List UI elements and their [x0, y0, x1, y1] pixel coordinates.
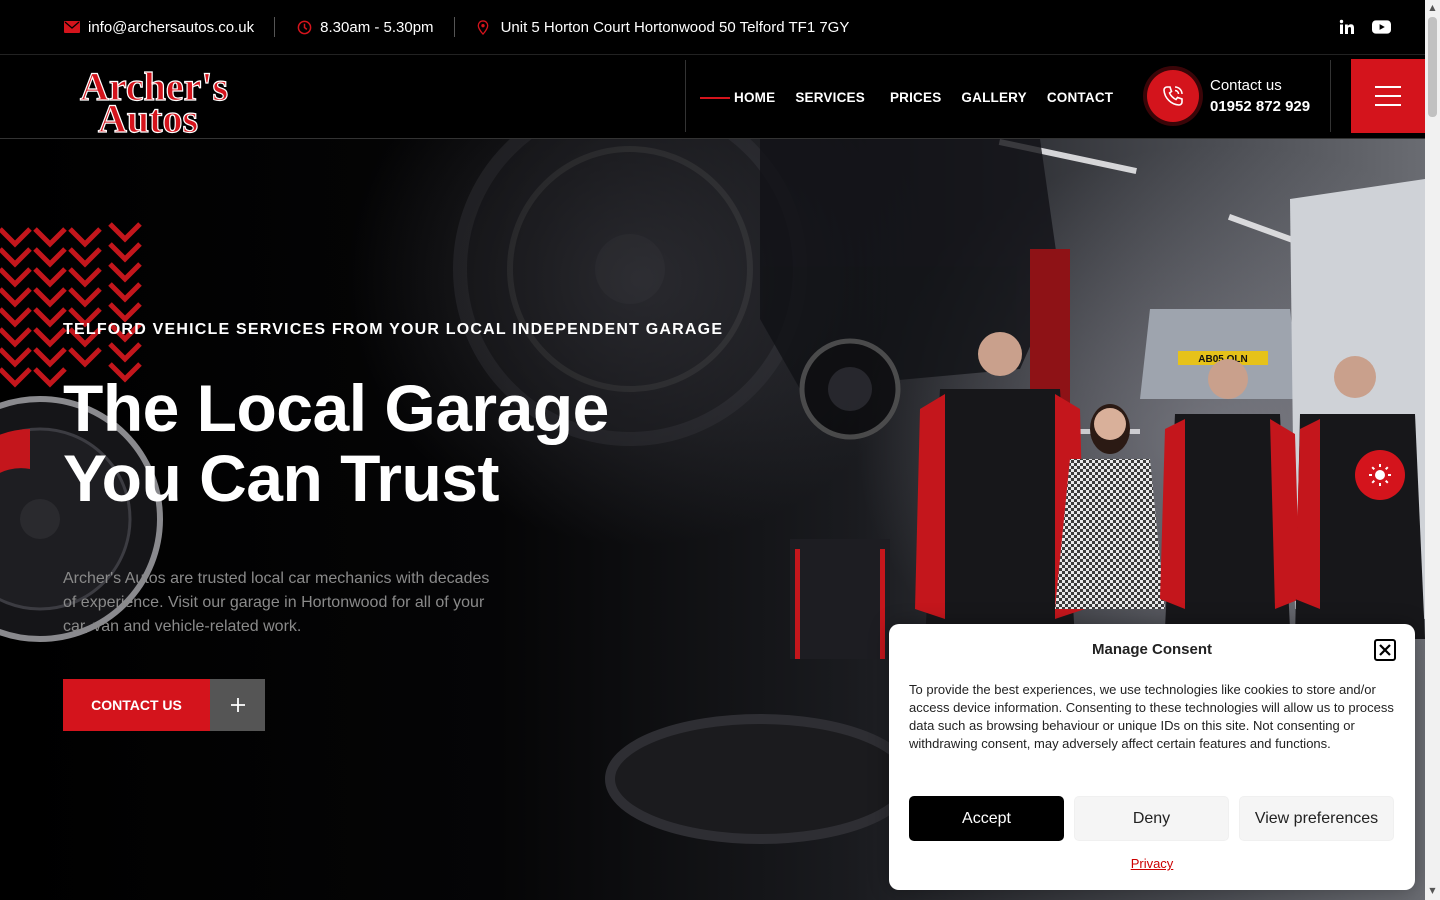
clock-icon [297, 20, 312, 34]
youtube-icon[interactable] [1371, 17, 1391, 37]
scroll-down-arrow-icon[interactable]: ▼ [1428, 886, 1437, 895]
hero-description: Archer's Autos are trusted local car mec… [63, 570, 490, 635]
contact-text: Contact us 01952 872 929 [1210, 75, 1310, 117]
linkedin-icon[interactable] [1337, 17, 1357, 37]
theme-toggle-button[interactable] [1355, 450, 1405, 500]
deny-button[interactable]: Deny [1074, 796, 1229, 841]
address-item: Unit 5 Horton Court Hortonwood 50 Telfor… [477, 0, 850, 55]
divider [1330, 60, 1331, 132]
hours-text: 8.30am - 5.30pm [320, 18, 434, 36]
nav-contact[interactable]: CONTACT [1047, 90, 1113, 105]
privacy-link[interactable]: Privacy [1131, 856, 1174, 871]
cookie-consent-dialog: Manage Consent To provide the best exper… [889, 624, 1415, 890]
tyre-image [605, 714, 915, 844]
page-scrollbar[interactable]: ▲ ▼ [1425, 0, 1440, 900]
menu-bar [1375, 95, 1401, 97]
site-logo[interactable]: Archer's Autos [76, 62, 272, 141]
divider [453, 17, 455, 37]
divider [274, 17, 276, 37]
hamburger-menu-button[interactable] [1351, 59, 1425, 133]
phone-button[interactable] [1147, 70, 1199, 122]
menu-bar [1375, 104, 1401, 106]
top-bar: info@archersautos.co.uk 8.30am - 5.30pm … [0, 0, 1425, 55]
close-icon[interactable] [1374, 639, 1396, 661]
location-pin-icon [477, 19, 488, 35]
scroll-up-arrow-icon[interactable]: ▲ [1428, 3, 1437, 12]
active-indicator [700, 96, 730, 99]
nav-services[interactable]: SERVICES [795, 90, 865, 105]
email-text[interactable]: info@archersautos.co.uk [88, 19, 254, 36]
nav-prices[interactable]: PRICES [890, 90, 941, 105]
hero-eyebrow: TELFORD VEHICLE SERVICES FROM YOUR LOCAL… [63, 321, 724, 338]
view-preferences-button[interactable]: View preferences [1239, 796, 1394, 841]
mail-icon [64, 21, 80, 33]
consent-title: Manage Consent [1091, 641, 1212, 658]
menu-bar [1375, 86, 1401, 88]
scrollbar-thumb[interactable] [1428, 17, 1437, 117]
email-item[interactable]: info@archersautos.co.uk [64, 0, 254, 55]
contact-us-label[interactable]: CONTACT US [63, 679, 210, 731]
headline-line-1: The Local Garage [63, 371, 609, 445]
contact-us-button[interactable]: CONTACT US [63, 679, 265, 731]
contact-label: Contact us [1210, 77, 1282, 94]
nav-gallery[interactable]: GALLERY [961, 90, 1026, 105]
svg-text:Autos: Autos [98, 96, 198, 134]
address-text: Unit 5 Horton Court Hortonwood 50 Telfor… [500, 18, 850, 36]
hero-headline: The Local Garage You Can Trust [63, 373, 763, 513]
hours-item: 8.30am - 5.30pm [297, 0, 434, 55]
header-contact: Contact us 01952 872 929 [1147, 70, 1310, 122]
consent-buttons: Accept Deny View preferences [909, 796, 1394, 841]
tool-cart-image [790, 539, 890, 659]
social-links [1337, 17, 1391, 37]
accept-button[interactable]: Accept [909, 796, 1064, 841]
red-chevron-decoration [0, 222, 142, 388]
contact-number[interactable]: 01952 872 929 [1210, 96, 1310, 117]
consent-body: To provide the best experiences, we use … [909, 682, 1394, 751]
headline-line-2: You Can Trust [63, 441, 499, 515]
nav-home[interactable]: HOME [734, 90, 775, 105]
privacy-link-container: Privacy [889, 856, 1415, 871]
plus-icon[interactable] [210, 679, 265, 731]
sun-icon [1369, 464, 1391, 486]
divider [685, 60, 686, 132]
site-header: Archer's Autos HOME SERVICES PRICES GALL… [0, 56, 1425, 142]
phone-icon [1163, 86, 1183, 106]
main-nav: HOME SERVICES PRICES GALLERY CONTACT [700, 56, 1133, 139]
